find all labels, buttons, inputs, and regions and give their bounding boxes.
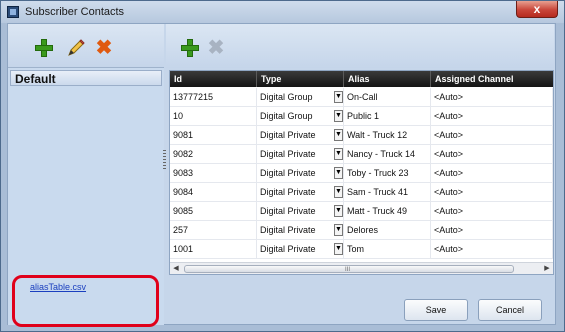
- cell-alias[interactable]: Toby - Truck 23: [344, 164, 431, 182]
- window-title: Subscriber Contacts: [25, 6, 125, 18]
- type-dropdown-icon[interactable]: ▼: [334, 148, 343, 160]
- groups-toolbar: ✖: [8, 24, 164, 68]
- cell-alias[interactable]: Tom: [344, 240, 431, 258]
- table-row[interactable]: 13777215 Digital Group On-Call <Auto> ▼: [170, 88, 553, 107]
- table-row[interactable]: 10 Digital Group Public 1 <Auto> ▼: [170, 107, 553, 126]
- column-header-assigned-channel[interactable]: Assigned Channel: [431, 71, 553, 87]
- cell-id[interactable]: 10: [170, 107, 257, 125]
- cell-assigned-channel[interactable]: <Auto>: [431, 221, 553, 239]
- cell-assigned-channel[interactable]: <Auto>: [431, 202, 553, 220]
- cell-alias[interactable]: Walt - Truck 12: [344, 126, 431, 144]
- app-icon: [7, 6, 19, 18]
- type-dropdown-icon[interactable]: ▼: [334, 186, 343, 198]
- type-dropdown-icon[interactable]: ▼: [334, 224, 343, 236]
- delete-contact-icon[interactable]: ✖: [206, 38, 226, 58]
- type-dropdown-icon[interactable]: ▼: [334, 243, 343, 255]
- cell-id[interactable]: 9085: [170, 202, 257, 220]
- cell-alias[interactable]: Public 1: [344, 107, 431, 125]
- horizontal-scrollbar[interactable]: ◀ III ▶: [170, 262, 553, 274]
- cell-id[interactable]: 9083: [170, 164, 257, 182]
- type-dropdown-icon[interactable]: ▼: [334, 129, 343, 141]
- save-button[interactable]: Save: [404, 299, 468, 321]
- cell-alias[interactable]: Sam - Truck 41: [344, 183, 431, 201]
- column-header-type[interactable]: Type: [257, 71, 344, 87]
- cell-assigned-channel[interactable]: <Auto>: [431, 164, 553, 182]
- scroll-thumb[interactable]: III: [184, 265, 514, 273]
- cell-alias[interactable]: Nancy - Truck 14: [344, 145, 431, 163]
- type-dropdown-icon[interactable]: ▼: [334, 110, 343, 122]
- column-header-alias[interactable]: Alias: [344, 71, 431, 87]
- cell-type[interactable]: Digital Group: [257, 88, 344, 106]
- red-highlight-annotation: [12, 275, 159, 327]
- scroll-grip: III: [345, 267, 351, 273]
- contacts-toolbar: ✖: [166, 24, 554, 68]
- type-dropdown-icon[interactable]: ▼: [334, 91, 343, 103]
- add-group-icon[interactable]: [34, 38, 54, 58]
- cell-id[interactable]: 9084: [170, 183, 257, 201]
- cancel-button[interactable]: Cancel: [478, 299, 542, 321]
- type-dropdown-icon[interactable]: ▼: [334, 167, 343, 179]
- cell-assigned-channel[interactable]: <Auto>: [431, 107, 553, 125]
- cell-id[interactable]: 1001: [170, 240, 257, 258]
- table-row[interactable]: 9085 Digital Private Matt - Truck 49 <Auto>…: [170, 202, 553, 221]
- scroll-left-icon[interactable]: ◀: [171, 264, 181, 274]
- title-bar: Subscriber Contacts x: [1, 1, 564, 23]
- cell-assigned-channel[interactable]: <Auto>: [431, 88, 553, 106]
- contacts-grid: Id Type Alias Assigned Channel 13777215 D…: [169, 70, 554, 275]
- cell-alias[interactable]: Matt - Truck 49: [344, 202, 431, 220]
- column-header-id[interactable]: Id: [170, 71, 257, 87]
- cell-assigned-channel[interactable]: <Auto>: [431, 240, 553, 258]
- scroll-right-icon[interactable]: ▶: [542, 264, 552, 274]
- cell-alias[interactable]: On-Call: [344, 88, 431, 106]
- grid-header: Id Type Alias Assigned Channel: [170, 71, 553, 87]
- cell-assigned-channel[interactable]: <Auto>: [431, 183, 553, 201]
- panel-splitter[interactable]: [163, 150, 166, 170]
- cell-type[interactable]: Digital Private: [257, 145, 344, 163]
- cell-alias[interactable]: Delores: [344, 221, 431, 239]
- cell-id[interactable]: 13777215: [170, 88, 257, 106]
- cell-type[interactable]: Digital Private: [257, 221, 344, 239]
- cell-type[interactable]: Digital Group: [257, 107, 344, 125]
- add-contact-icon[interactable]: [180, 38, 200, 58]
- delete-group-icon[interactable]: ✖: [94, 38, 114, 58]
- close-button[interactable]: x: [516, 1, 558, 18]
- cell-type[interactable]: Digital Private: [257, 164, 344, 182]
- table-row[interactable]: 9082 Digital Private Nancy - Truck 14 <Auto…: [170, 145, 553, 164]
- cell-assigned-channel[interactable]: <Auto>: [431, 126, 553, 144]
- cell-id[interactable]: 9081: [170, 126, 257, 144]
- cell-id[interactable]: 9082: [170, 145, 257, 163]
- cell-type[interactable]: Digital Private: [257, 240, 344, 258]
- type-dropdown-icon[interactable]: ▼: [334, 205, 343, 217]
- table-row[interactable]: 257 Digital Private Delores <Auto> ▼: [170, 221, 553, 240]
- groups-list: Default: [10, 70, 162, 270]
- cell-assigned-channel[interactable]: <Auto>: [431, 145, 553, 163]
- cell-type[interactable]: Digital Private: [257, 183, 344, 201]
- cell-type[interactable]: Digital Private: [257, 126, 344, 144]
- group-item-default[interactable]: Default: [10, 70, 162, 86]
- table-row[interactable]: 9081 Digital Private Walt - Truck 12 <Auto>…: [170, 126, 553, 145]
- table-row[interactable]: 1001 Digital Private Tom <Auto> ▼: [170, 240, 553, 259]
- table-row[interactable]: 9083 Digital Private Toby - Truck 23 <Auto>…: [170, 164, 553, 183]
- cell-type[interactable]: Digital Private: [257, 202, 344, 220]
- edit-group-icon[interactable]: [66, 38, 86, 58]
- cell-id[interactable]: 257: [170, 221, 257, 239]
- table-row[interactable]: 9084 Digital Private Sam - Truck 41 <Auto> ▼: [170, 183, 553, 202]
